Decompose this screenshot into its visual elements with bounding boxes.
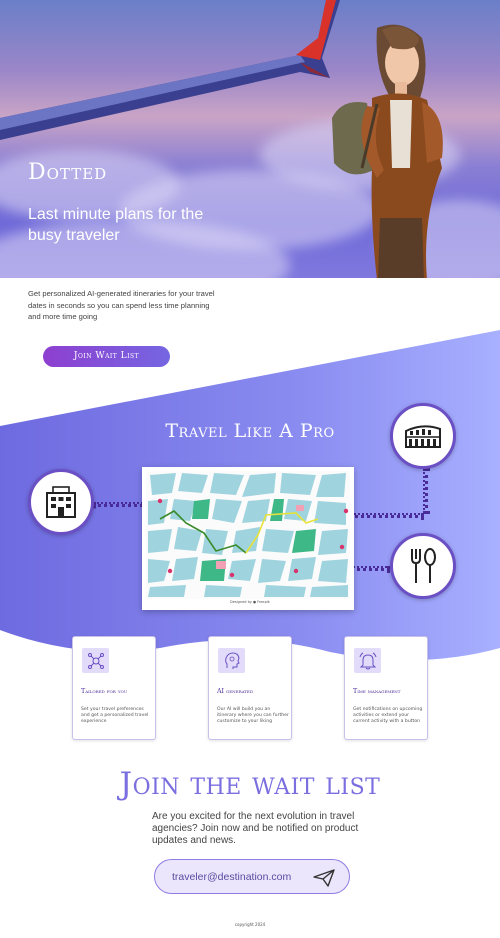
hero-banner: Dotted Last minute plans for the busy tr… [0, 0, 500, 278]
ai-head-icon [224, 651, 240, 669]
landmark-circle [390, 403, 456, 469]
feature-title: Tailored for you [81, 688, 128, 695]
fork-spoon-icon [411, 548, 436, 583]
feature-description: Our AI will build you an itinerary where… [217, 707, 289, 725]
food-circle [390, 533, 456, 599]
feature-title: Time management [353, 688, 401, 695]
feature-card-ai: AI generated Our AI will build you an it… [208, 636, 292, 740]
hotel-circle [28, 469, 94, 535]
feature-description: Get notifications on upcoming activities… [353, 707, 423, 725]
email-signup-form [154, 859, 350, 894]
airplane-wing [0, 0, 340, 140]
email-input[interactable] [172, 869, 312, 885]
bell-icon [359, 652, 376, 669]
colosseum-icon [405, 425, 441, 448]
copyright-text: copyright 2024 [234, 922, 266, 927]
feature-card-tailored: Tailored for you Set your travel prefere… [72, 636, 156, 740]
feature-card-time: Time management Get notifications on upc… [344, 636, 428, 740]
waitlist-description: Are you excited for the next evolution i… [152, 811, 359, 846]
intro-text: Get personalized AI-generated itinerarie… [28, 289, 215, 321]
hotel-icon [46, 486, 76, 518]
itinerary-map[interactable]: Designed by ● Freepik [142, 467, 354, 610]
hero-tagline: Last minute plans for the busy traveler [28, 206, 204, 244]
route-connector [350, 513, 424, 518]
brand-name: Dotted [28, 160, 108, 185]
feature-title: AI generated [217, 688, 254, 695]
feature-description: Set your travel preferences and get a pe… [81, 707, 149, 725]
send-icon[interactable] [313, 869, 335, 887]
traveler-photo [332, 24, 443, 278]
waitlist-title: Join the wait list [119, 766, 381, 802]
network-icon [87, 652, 104, 669]
route-connector [423, 468, 428, 514]
map-credit: Designed by ● Freepik [230, 600, 270, 604]
